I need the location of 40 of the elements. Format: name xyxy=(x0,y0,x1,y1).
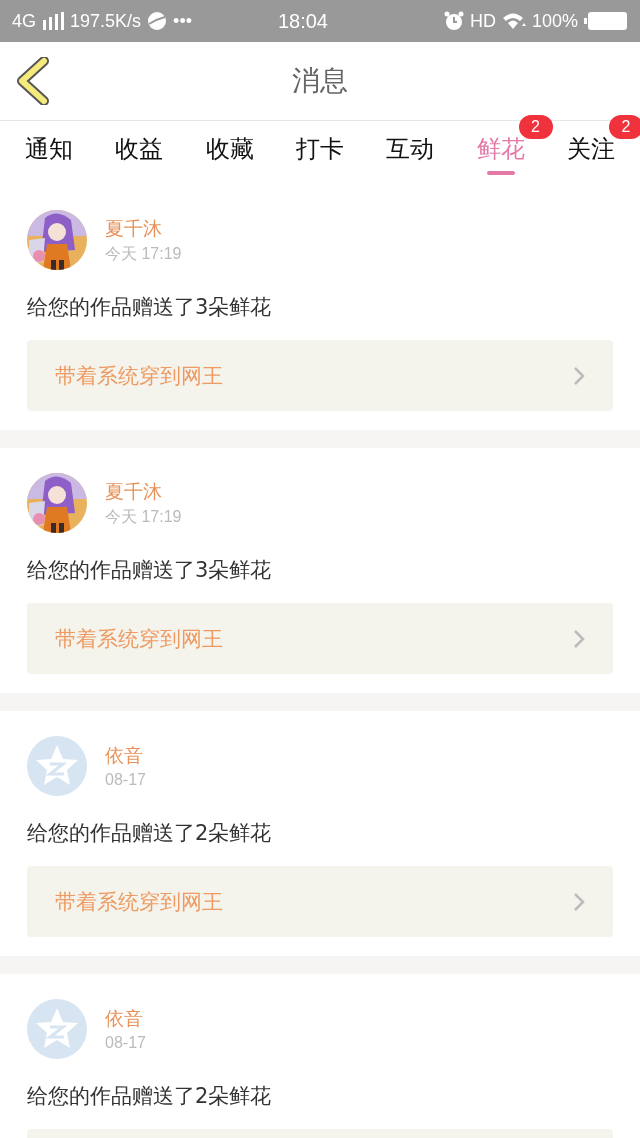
star-avatar-icon xyxy=(27,736,87,796)
message-text: 给您的作品赠送了2朵鲜花 xyxy=(27,820,273,847)
message-text: 给您的作品赠送了3朵鲜花 xyxy=(27,557,273,584)
planet-icon xyxy=(147,11,168,31)
timestamp: 今天 17:19 xyxy=(105,243,182,264)
battery-icon xyxy=(584,11,628,31)
wifi-icon xyxy=(501,12,526,30)
timestamp: 08-17 xyxy=(105,1034,146,1052)
work-link[interactable]: 带着系统穿到网王 xyxy=(27,340,613,411)
network-type: 4G xyxy=(12,10,36,32)
count-badge: 2 xyxy=(608,115,640,139)
back-button[interactable] xyxy=(16,57,50,105)
sender-name[interactable]: 夏千沐 xyxy=(105,215,182,242)
sender-name[interactable]: 夏千沐 xyxy=(105,478,182,505)
star-avatar-icon xyxy=(27,999,87,1059)
clock: 18:04 xyxy=(277,9,328,33)
signal-icon xyxy=(42,12,64,30)
count-badge: 2 xyxy=(518,115,553,139)
message-text: 给您的作品赠送了2朵鲜花 xyxy=(27,1083,273,1110)
timestamp: 今天 17:19 xyxy=(105,506,182,527)
tab[interactable]: 互动 xyxy=(386,121,435,185)
battery-percent: 100% xyxy=(531,10,578,32)
timestamp: 08-17 xyxy=(105,771,146,789)
tab[interactable]: 通知 xyxy=(25,121,74,185)
alarm-icon xyxy=(443,11,464,31)
chevron-icon xyxy=(573,891,585,912)
tab[interactable]: 打卡 xyxy=(296,121,344,185)
message-text: 给您的作品赠送了3朵鲜花 xyxy=(27,294,273,321)
chevron-icon xyxy=(573,628,585,649)
page-title: 消息 xyxy=(292,63,348,99)
more-indicator: ••• xyxy=(173,10,192,32)
sender-name[interactable]: 依音 xyxy=(105,1006,146,1032)
sender-name[interactable]: 依音 xyxy=(105,743,146,769)
work-link[interactable]: 带着系统穿到网王 xyxy=(27,603,613,674)
work-link[interactable]: 带着系统穿到网王 xyxy=(27,866,613,937)
tab[interactable]: 收益 xyxy=(115,121,164,185)
chevron-icon xyxy=(573,365,585,386)
tab[interactable]: 收藏 xyxy=(205,121,254,185)
network-speed: 197.5K/s xyxy=(70,10,142,32)
hd-indicator: HD xyxy=(469,10,496,32)
